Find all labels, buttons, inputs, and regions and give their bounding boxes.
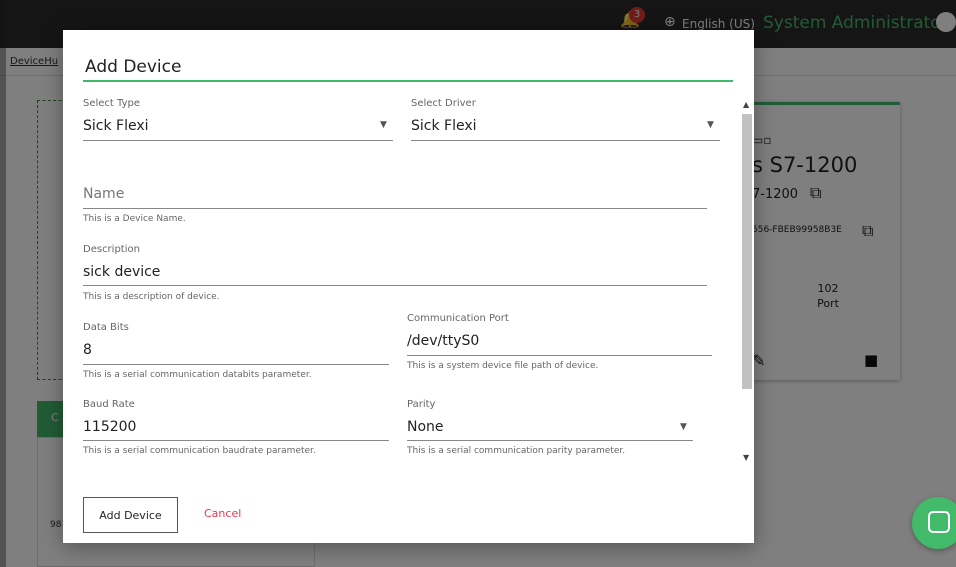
dropdown-caret-icon[interactable]: ▼	[380, 120, 387, 130]
select-driver-underline	[411, 140, 720, 141]
form-scrollbar[interactable]: ▲ ▼	[741, 100, 753, 470]
communication-port-underline	[407, 355, 712, 356]
scrollbar-thumb[interactable]	[742, 114, 752, 389]
select-type-underline	[83, 140, 393, 141]
baud-rate-input[interactable]: 115200	[83, 419, 389, 439]
name-helper: This is a Device Name.	[83, 214, 186, 224]
add-device-dialog: Add Device Select Type Sick Flexi ▼ Sele…	[63, 30, 754, 543]
data-bits-helper: This is a serial communication databits …	[83, 370, 312, 380]
dialog-title: Add Device	[85, 57, 182, 77]
select-type-label: Select Type	[83, 98, 140, 109]
parity-field[interactable]: Parity None ▼ This is a serial communica…	[407, 399, 693, 456]
cancel-button[interactable]: Cancel	[194, 505, 251, 522]
select-driver-label: Select Driver	[411, 98, 476, 109]
description-underline	[83, 285, 707, 286]
select-type-value[interactable]: Sick Flexi	[83, 118, 393, 138]
select-driver-value[interactable]: Sick Flexi	[411, 118, 720, 138]
description-helper: This is a description of device.	[83, 292, 220, 302]
title-divider	[83, 80, 733, 82]
communication-port-label: Communication Port	[407, 313, 509, 324]
select-driver-field[interactable]: Select Driver Sick Flexi ▼	[411, 98, 720, 141]
communication-port-field[interactable]: Communication Port /dev/ttyS0 This is a …	[407, 313, 712, 371]
description-input[interactable]: sick device	[83, 264, 707, 284]
description-label: Description	[83, 244, 140, 255]
data-bits-field[interactable]: Data Bits 8 This is a serial communicati…	[83, 322, 389, 380]
communication-port-input[interactable]: /dev/ttyS0	[407, 333, 712, 353]
dropdown-caret-icon[interactable]: ▼	[680, 422, 687, 432]
baud-rate-helper: This is a serial communication baudrate …	[83, 446, 316, 456]
baud-rate-field[interactable]: Baud Rate 115200 This is a serial commun…	[83, 399, 389, 456]
data-bits-label: Data Bits	[83, 322, 129, 333]
description-field[interactable]: Description sick device This is a descri…	[83, 244, 707, 302]
parity-helper: This is a serial communication parity pa…	[407, 446, 626, 456]
chat-button[interactable]	[912, 497, 956, 549]
form-scroll-area[interactable]: Select Type Sick Flexi ▼ Select Driver S…	[63, 98, 741, 468]
chat-icon	[928, 511, 950, 533]
overlay-edge	[0, 0, 6, 567]
baud-rate-underline	[83, 440, 389, 441]
select-type-field[interactable]: Select Type Sick Flexi ▼	[83, 98, 393, 141]
add-device-button[interactable]: Add Device	[83, 497, 178, 533]
parity-select[interactable]: None	[407, 419, 693, 439]
communication-port-helper: This is a system device file path of dev…	[407, 361, 599, 371]
scroll-up-icon[interactable]: ▲	[743, 100, 749, 109]
scroll-down-icon[interactable]: ▼	[743, 453, 749, 462]
dropdown-caret-icon[interactable]: ▼	[707, 120, 714, 130]
data-bits-underline	[83, 364, 389, 365]
baud-rate-label: Baud Rate	[83, 399, 135, 410]
parity-underline	[407, 440, 693, 441]
data-bits-input[interactable]: 8	[83, 342, 389, 362]
name-underline	[83, 208, 707, 209]
parity-label: Parity	[407, 399, 436, 410]
name-field[interactable]: Name This is a Device Name.	[83, 168, 707, 224]
name-input[interactable]: Name	[83, 186, 707, 206]
